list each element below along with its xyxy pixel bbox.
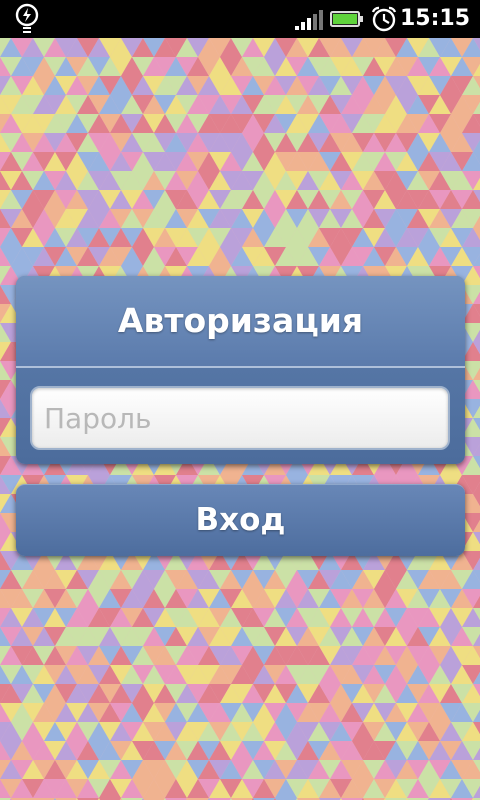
login-button-label: Вход [195, 502, 286, 538]
status-bar: 15:15 [0, 0, 480, 38]
auth-panel: Авторизация [16, 276, 465, 464]
battery-icon [330, 11, 363, 27]
signal-icon [295, 10, 323, 30]
status-time: 15:15 [399, 6, 470, 31]
login-button[interactable]: Вход [16, 484, 465, 556]
auth-title: Авторизация [117, 301, 364, 340]
password-input[interactable] [30, 386, 450, 450]
power-save-icon [15, 3, 39, 33]
alarm-icon [371, 6, 397, 32]
